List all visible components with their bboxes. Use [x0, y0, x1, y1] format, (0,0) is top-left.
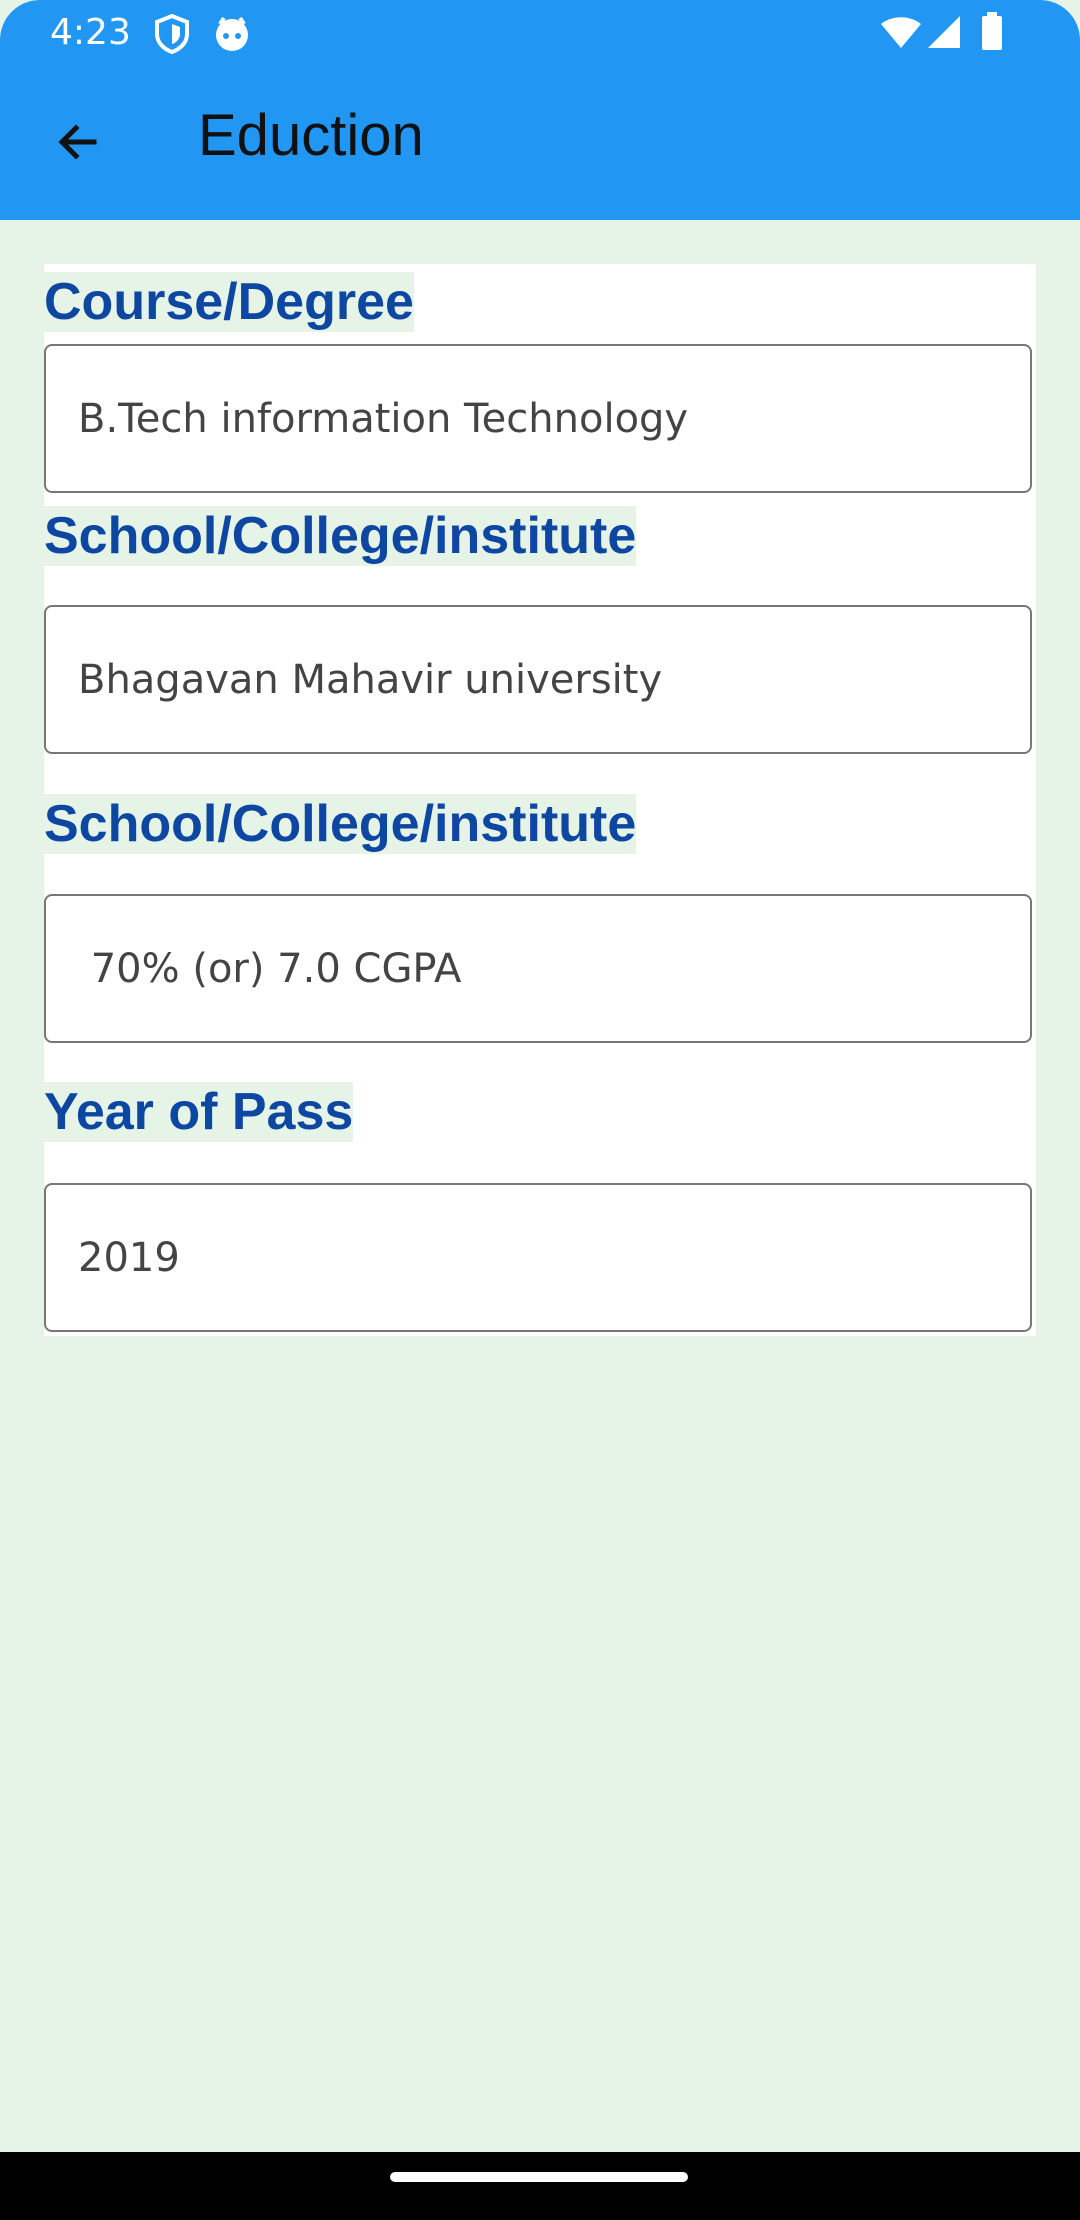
wifi-icon	[880, 16, 922, 55]
arrow-left-icon	[54, 118, 102, 171]
face-icon	[212, 14, 252, 59]
app-bar: 4:23 Eduction	[0, 0, 1080, 220]
toolbar: Eduction	[0, 66, 1080, 220]
course-degree-field[interactable]: B.Tech information Technology	[44, 344, 1032, 493]
navigation-bar	[0, 2152, 1080, 2220]
status-bar: 4:23	[0, 0, 1080, 66]
year-of-pass-field[interactable]: 2019	[44, 1183, 1032, 1332]
course-degree-label: Course/Degree	[44, 272, 414, 332]
shield-icon	[154, 13, 190, 59]
institute-field[interactable]: Bhagavan Mahavir university	[44, 605, 1032, 754]
institute-label: School/College/institute	[44, 506, 637, 566]
education-form: Course/Degree B.Tech information Technol…	[44, 264, 1036, 1336]
battery-icon	[980, 12, 1004, 57]
page-title: Eduction	[198, 103, 424, 168]
signal-icon	[926, 14, 962, 55]
home-handle[interactable]	[390, 2172, 688, 2182]
back-button[interactable]	[40, 106, 116, 182]
status-time: 4:23	[50, 12, 131, 53]
score-label: School/College/institute	[44, 794, 637, 854]
score-field[interactable]: 70% (or) 7.0 CGPA	[44, 894, 1032, 1043]
year-of-pass-label: Year of Pass	[44, 1082, 354, 1142]
